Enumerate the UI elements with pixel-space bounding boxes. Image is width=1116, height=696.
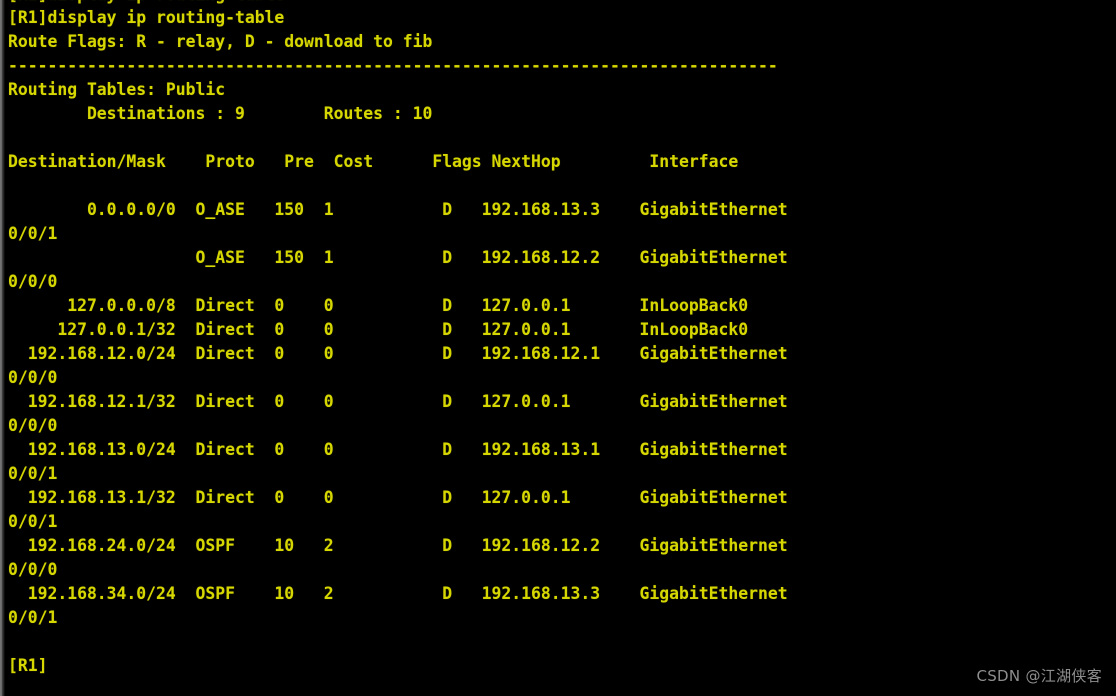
- table-row-wrap: 0/0/0: [8, 272, 58, 291]
- routing-tables-label: Routing Tables: Public: [8, 80, 226, 99]
- summary-counts-line: Destinations : 9 Routes : 10: [8, 104, 433, 123]
- table-row: 192.168.24.0/24 OSPF 10 2 D 192.168.12.2…: [8, 536, 788, 555]
- terminal-screen[interactable]: [R1]display ip routing-table [R1]display…: [0, 0, 1116, 696]
- terminal-window[interactable]: [R1]display ip routing-table [R1]display…: [0, 0, 1116, 696]
- table-header-row: Destination/Mask Proto Pre Cost Flags Ne…: [8, 152, 739, 171]
- window-left-frame-edge: [0, 0, 5, 696]
- table-row: 127.0.0.0/8 Direct 0 0 D 127.0.0.1 InLoo…: [8, 296, 749, 315]
- csdn-watermark: CSDN @江湖侠客: [976, 667, 1102, 685]
- table-row-wrap: 0/0/0: [8, 560, 58, 579]
- table-row: 192.168.12.0/24 Direct 0 0 D 192.168.12.…: [8, 344, 788, 363]
- table-row: 192.168.34.0/24 OSPF 10 2 D 192.168.13.3…: [8, 584, 788, 603]
- table-row-wrap: 0/0/1: [8, 464, 58, 483]
- table-row-wrap: 0/0/0: [8, 368, 58, 387]
- table-row: 0.0.0.0/0 O_ASE 150 1 D 192.168.13.3 Gig…: [8, 200, 788, 219]
- trailing-prompt: [R1]: [8, 656, 48, 675]
- separator-rule: ----------------------------------------…: [8, 56, 778, 75]
- table-row: O_ASE 150 1 D 192.168.12.2 GigabitEthern…: [8, 248, 788, 267]
- table-row-wrap: 0/0/1: [8, 224, 58, 243]
- table-row-wrap: 0/0/1: [8, 608, 58, 627]
- table-row-wrap: 0/0/0: [8, 416, 58, 435]
- table-row: 127.0.0.1/32 Direct 0 0 D 127.0.0.1 InLo…: [8, 320, 749, 339]
- table-row-wrap: 0/0/1: [8, 512, 58, 531]
- table-row: 192.168.13.1/32 Direct 0 0 D 127.0.0.1 G…: [8, 488, 788, 507]
- table-row: 192.168.13.0/24 Direct 0 0 D 192.168.13.…: [8, 440, 788, 459]
- route-flags-legend: Route Flags: R - relay, D - download to …: [8, 32, 433, 51]
- table-row: 192.168.12.1/32 Direct 0 0 D 127.0.0.1 G…: [8, 392, 788, 411]
- command-line: [R1]display ip routing-table: [8, 8, 285, 27]
